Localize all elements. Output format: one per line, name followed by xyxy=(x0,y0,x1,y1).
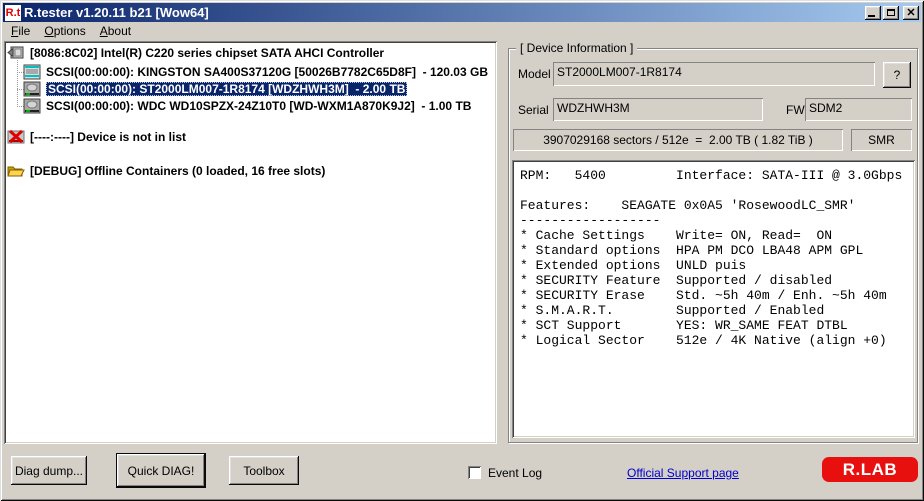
diag-dump-button[interactable]: Diag dump... xyxy=(11,456,87,485)
title-bar[interactable]: R.t R.tester v1.20.11 b21 [Wow64] ✕ xyxy=(3,3,921,22)
app-window: R.t R.tester v1.20.11 b21 [Wow64] ✕ File… xyxy=(0,0,924,501)
capacity-readout: 3907029168 sectors / 512e = 2.00 TB ( 1.… xyxy=(513,129,843,151)
menu-bar: File Options About xyxy=(4,23,920,41)
tree-item-label: SCSI(00:00:00): KINGSTON SA400S37120G [5… xyxy=(46,65,488,79)
model-field[interactable]: ST2000LM007-1R8174 xyxy=(553,62,875,86)
tree-item-controller[interactable]: [8086:8C02] Intel(R) C220 series chipset… xyxy=(7,44,494,61)
tree-item-label: SCSI(00:00:00): WDC WD10SPZX-24Z10T0 [WD… xyxy=(46,99,471,113)
maximize-icon xyxy=(887,9,895,16)
rlab-brand-logo[interactable]: R.LAB xyxy=(822,457,918,482)
tree-item-device-seagate[interactable]: SCSI(00:00:00): ST2000LM007-1R8174 [WDZH… xyxy=(7,80,494,97)
serial-field[interactable]: WDZHWH3M xyxy=(553,98,763,121)
tree-item-label: [8086:8C02] Intel(R) C220 series chipset… xyxy=(30,46,384,60)
sata-controller-icon xyxy=(7,45,25,61)
ssd-drive-icon xyxy=(23,64,41,80)
menu-options[interactable]: Options xyxy=(37,23,92,41)
hdd-drive-icon xyxy=(23,98,41,114)
serial-label: Serial xyxy=(518,103,549,117)
device-information-group: [ Device Information ] Model ST2000LM007… xyxy=(508,41,918,443)
tree-item-device-kingston[interactable]: SCSI(00:00:00): KINGSTON SA400S37120G [5… xyxy=(7,63,494,80)
tree-item-label: [DEBUG] Offline Containers (0 loaded, 16… xyxy=(30,164,325,178)
event-log-label: Event Log xyxy=(488,466,542,480)
tree-item-label: [----:----] Device is not in list xyxy=(30,130,186,144)
open-folder-icon xyxy=(7,163,25,179)
tree-item-device-wdc[interactable]: SCSI(00:00:00): WDC WD10SPZX-24Z10T0 [WD… xyxy=(7,97,494,114)
tree-item-label-selected: SCSI(00:00:00): ST2000LM007-1R8174 [WDZH… xyxy=(46,82,407,96)
official-support-link[interactable]: Official Support page xyxy=(627,466,739,480)
device-tree: [8086:8C02] Intel(R) C220 series chipset… xyxy=(4,41,497,444)
fw-field[interactable]: SDM2 xyxy=(805,98,912,121)
minimize-button[interactable] xyxy=(865,6,881,20)
hdd-drive-icon xyxy=(23,81,41,97)
close-button[interactable]: ✕ xyxy=(903,6,919,20)
quick-diag-button[interactable]: Quick DIAG! xyxy=(116,453,206,488)
menu-about[interactable]: About xyxy=(93,23,138,41)
smr-badge: SMR xyxy=(851,129,912,151)
groupbox-title: [ Device Information ] xyxy=(516,41,637,55)
help-button[interactable]: ? xyxy=(883,62,911,88)
fw-label: FW xyxy=(786,103,805,117)
model-label: Model xyxy=(518,67,551,81)
menu-file[interactable]: File xyxy=(4,23,37,41)
device-details-text: RPM: 5400 Interface: SATA-III @ 3.0Gbps … xyxy=(512,160,915,438)
tree-item-device-not-in-list[interactable]: [----:----] Device is not in list xyxy=(7,128,494,145)
device-missing-red-x-icon xyxy=(7,129,25,145)
event-log-checkbox[interactable] xyxy=(468,466,481,479)
minimize-icon xyxy=(868,15,875,17)
maximize-button[interactable] xyxy=(883,6,899,20)
window-title: R.tester v1.20.11 b21 [Wow64] xyxy=(24,5,863,20)
app-icon: R.t xyxy=(5,5,21,21)
toolbox-button[interactable]: Toolbox xyxy=(229,456,299,485)
tree-item-offline-containers[interactable]: [DEBUG] Offline Containers (0 loaded, 16… xyxy=(7,162,494,179)
close-icon: ✕ xyxy=(906,8,915,18)
